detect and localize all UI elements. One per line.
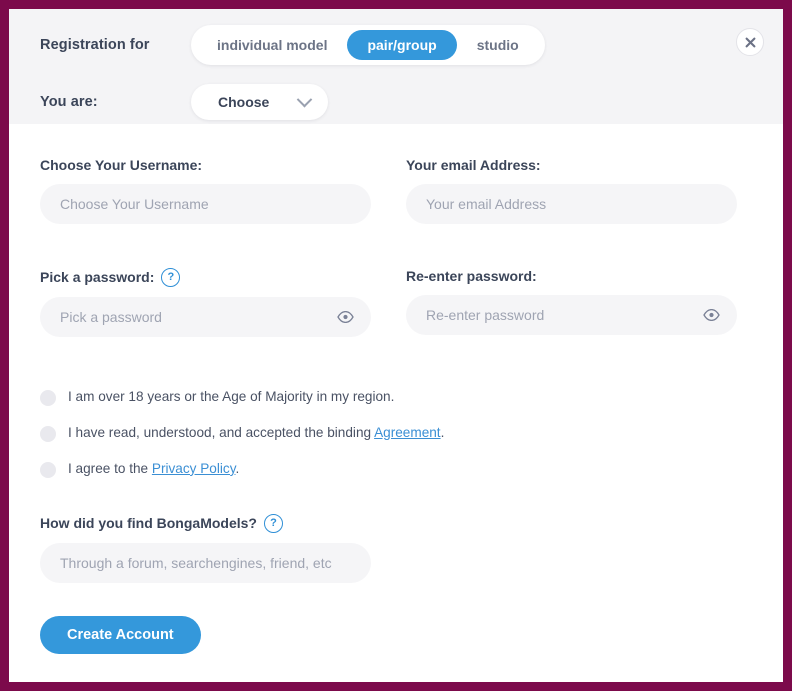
tab-pair-group[interactable]: pair/group	[347, 30, 457, 60]
referral-label: How did you find BongaModels?	[40, 514, 257, 531]
referral-input[interactable]	[40, 542, 371, 583]
registration-type-tabs: individual model pair/group studio	[191, 25, 545, 65]
referral-label-row: How did you find BongaModels? ?	[40, 513, 752, 533]
password-label: Pick a password:	[40, 268, 155, 285]
username-input[interactable]	[40, 183, 371, 224]
password-visibility-toggle[interactable]	[337, 310, 354, 323]
chevron-down-icon	[296, 91, 313, 107]
right-column: Your email Address: Re-enter password:	[406, 124, 737, 337]
consent-text-privacy-post: .	[235, 460, 240, 476]
consent-checkbox-privacy[interactable]	[40, 461, 56, 478]
consent-text-age: I am over 18 years or the Age of Majorit…	[68, 389, 394, 406]
referral-input-wrapper	[40, 542, 371, 583]
password-confirm-input-wrapper	[406, 294, 737, 335]
eye-icon	[337, 310, 354, 323]
registration-modal: Registration for individual model pair/g…	[9, 9, 783, 682]
tab-studio[interactable]: studio	[457, 30, 539, 60]
password-confirm-label: Re-enter password:	[406, 267, 537, 284]
create-account-button[interactable]: Create Account	[40, 615, 201, 654]
referral-field: How did you find BongaModels? ?	[40, 513, 752, 583]
consent-row-agreement: I have read, understood, and accepted th…	[40, 425, 752, 442]
consent-row-privacy: I agree to the Privacy Policy.	[40, 461, 752, 478]
close-icon	[745, 37, 755, 47]
email-input[interactable]	[406, 183, 737, 224]
credentials-grid: Choose Your Username: Pick a password: ?	[40, 124, 752, 337]
email-field: Your email Address:	[406, 157, 737, 224]
page-frame: Registration for individual model pair/g…	[0, 0, 792, 691]
modal-body: Choose Your Username: Pick a password: ?	[9, 124, 783, 654]
consent-text-privacy-pre: I agree to the	[68, 460, 152, 476]
privacy-policy-link[interactable]: Privacy Policy	[152, 461, 236, 476]
you-are-label: You are:	[40, 94, 98, 110]
password-field: Pick a password: ?	[40, 267, 371, 337]
password-confirm-label-row: Re-enter password:	[406, 268, 737, 285]
consent-text-agreement-pre: I have read, understood, and accepted th…	[68, 424, 375, 440]
password-confirm-input[interactable]	[406, 294, 737, 335]
consent-checkbox-age[interactable]	[40, 389, 56, 406]
consent-text-agreement-post: .	[440, 424, 445, 440]
you-are-row: You are: Choose	[9, 84, 783, 120]
consent-text-age-pre: I am over 18 years or the Age of Majorit…	[68, 388, 395, 404]
username-input-wrapper	[40, 183, 371, 224]
tab-individual-model[interactable]: individual model	[197, 30, 347, 60]
consent-row-age: I am over 18 years or the Age of Majorit…	[40, 389, 752, 406]
agreement-link[interactable]: Agreement	[374, 425, 441, 440]
close-button[interactable]	[736, 28, 764, 56]
password-confirm-field: Re-enter password:	[406, 268, 737, 335]
password-input[interactable]	[40, 296, 371, 337]
consent-text-agreement: I have read, understood, and accepted th…	[68, 425, 444, 442]
modal-header: Registration for individual model pair/g…	[9, 9, 783, 124]
password-help-icon[interactable]: ?	[161, 267, 181, 287]
registration-type-row: Registration for individual model pair/g…	[9, 25, 783, 65]
password-confirm-visibility-toggle[interactable]	[703, 308, 720, 321]
you-are-selected-value: Choose	[218, 94, 270, 110]
referral-help-icon[interactable]: ?	[263, 513, 283, 533]
email-input-wrapper	[406, 183, 737, 224]
password-label-row: Pick a password: ?	[40, 267, 371, 287]
password-input-wrapper	[40, 296, 371, 337]
username-field: Choose Your Username:	[40, 157, 371, 224]
consent-checkbox-agreement[interactable]	[40, 425, 56, 442]
left-column: Choose Your Username: Pick a password: ?	[40, 124, 371, 337]
email-label: Your email Address:	[406, 157, 541, 173]
registration-for-label: Registration for	[40, 37, 150, 53]
consent-list: I am over 18 years or the Age of Majorit…	[40, 389, 752, 478]
eye-icon	[703, 308, 720, 321]
you-are-dropdown[interactable]: Choose	[191, 84, 328, 120]
username-label: Choose Your Username:	[40, 157, 203, 173]
consent-text-privacy: I agree to the Privacy Policy.	[68, 461, 239, 478]
